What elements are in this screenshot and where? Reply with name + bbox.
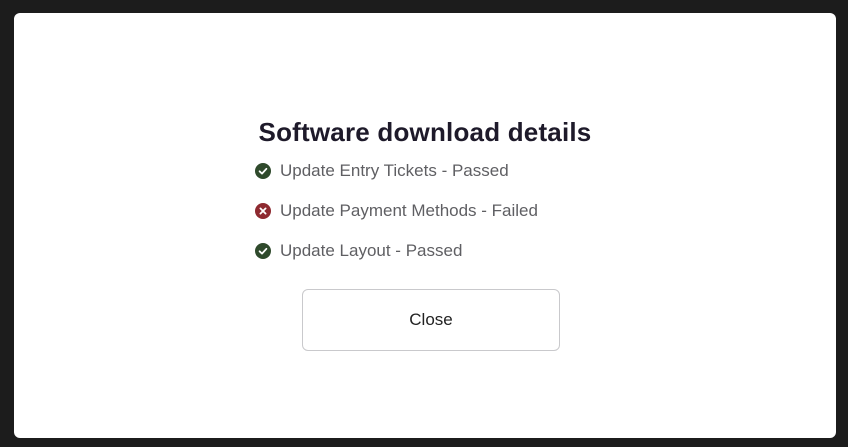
update-status-list: Update Entry Tickets - Passed Update Pay… — [255, 151, 538, 271]
x-circle-icon — [255, 203, 271, 219]
check-circle-icon — [255, 163, 271, 179]
list-item-label: Update Entry Tickets - Passed — [280, 161, 509, 180]
list-item-label: Update Payment Methods - Failed — [280, 201, 538, 220]
download-details-dialog: Software download details Update Entry T… — [14, 13, 836, 438]
list-item: Update Entry Tickets - Passed — [255, 151, 538, 191]
dialog-title: Software download details — [258, 117, 592, 147]
list-item: Update Payment Methods - Failed — [255, 191, 538, 231]
check-circle-icon — [255, 243, 271, 259]
close-button[interactable]: Close — [302, 289, 560, 351]
list-item: Update Layout - Passed — [255, 231, 538, 271]
list-item-label: Update Layout - Passed — [280, 241, 463, 260]
